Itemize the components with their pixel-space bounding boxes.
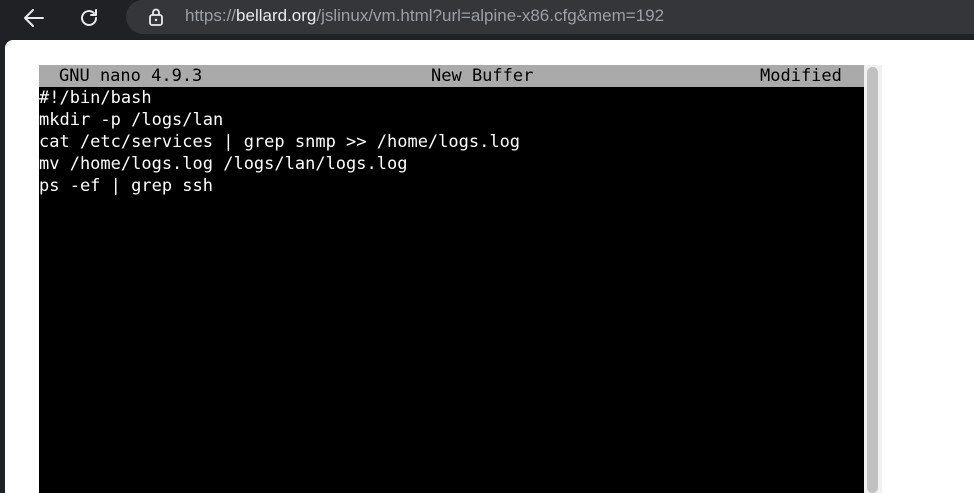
nano-modified-status: Modified <box>760 66 842 86</box>
nano-version: GNU nano 4.9.3 <box>59 66 203 86</box>
nano-buffer-name: New Buffer <box>431 66 534 86</box>
url-text[interactable]: https://bellard.org/jslinux/vm.html?url=… <box>185 6 664 26</box>
scrollbar-thumb[interactable] <box>867 67 878 493</box>
url-host: bellard.org <box>236 6 317 25</box>
lock-icon[interactable] <box>146 7 166 27</box>
url-scheme: https:// <box>185 6 237 25</box>
back-button[interactable] <box>19 3 49 33</box>
reload-icon <box>81 9 97 26</box>
nano-title-bar: GNU nano 4.9.3 New Buffer Modified <box>39 65 864 87</box>
browser-toolbar: https://bellard.org/jslinux/vm.html?url=… <box>0 0 974 36</box>
editor-line: mkdir -p /logs/lan <box>39 110 224 130</box>
terminal-screen[interactable]: GNU nano 4.9.3 New Buffer Modified #!/bi… <box>39 65 864 493</box>
back-arrow-icon <box>24 9 44 27</box>
editor-line: #!/bin/bash <box>39 88 152 108</box>
nano-editor-area[interactable]: #!/bin/bash mkdir -p /logs/lan cat /etc/… <box>39 87 864 197</box>
url-path: /jslinux/vm.html?url=alpine-x86.cfg&mem=… <box>316 6 665 25</box>
address-bar[interactable]: https://bellard.org/jslinux/vm.html?url=… <box>126 0 974 34</box>
editor-line: ps -ef | grep ssh <box>39 176 213 196</box>
editor-line: cat /etc/services | grep snmp >> /home/l… <box>39 132 521 152</box>
reload-button[interactable] <box>74 3 104 33</box>
terminal-scrollbar[interactable] <box>864 65 882 493</box>
editor-line: mv /home/logs.log /logs/lan/logs.log <box>39 154 408 174</box>
